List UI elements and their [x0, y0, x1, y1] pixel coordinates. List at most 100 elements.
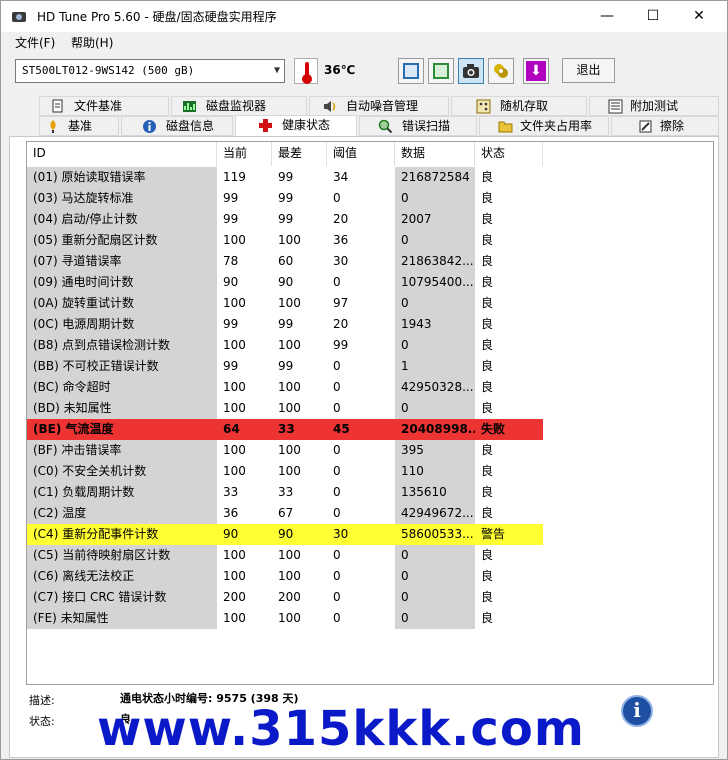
table-row[interactable]: (C2) 温度 36 67 0 42949672... 良 [27, 503, 543, 524]
table-row[interactable]: (05) 重新分配扇区计数 100 100 36 0 良 [27, 230, 543, 251]
current-value-cell: 78 [223, 254, 239, 268]
tab-label: 随机存取 [500, 99, 549, 113]
extra-tests-icon [608, 99, 623, 114]
table-row[interactable]: (C1) 负载周期计数 33 33 0 135610 良 [27, 482, 543, 503]
table-row[interactable]: (BE) 气流温度 64 33 45 20408998... 失败 [27, 419, 543, 440]
table-row[interactable]: (07) 寻道错误率 78 60 30 21863842... 良 [27, 251, 543, 272]
drive-select-value: ST500LT012-9WS142 (500 gB) [22, 64, 195, 77]
menu-bar: 文件(F) 帮助(H) [1, 32, 727, 52]
col-header-current[interactable]: 当前 [217, 142, 272, 166]
close-button[interactable]: ✕ [676, 1, 722, 32]
table-row[interactable]: (BB) 不可校正错误计数 99 99 0 1 良 [27, 356, 543, 377]
status-cell: 良 [481, 296, 494, 310]
copy-screen-button[interactable] [428, 58, 454, 84]
table-row[interactable]: (BC) 命令超时 100 100 0 42950328... 良 [27, 377, 543, 398]
table-row[interactable]: (09) 通电时间计数 90 90 0 10795400... 良 [27, 272, 543, 293]
table-row[interactable]: (B8) 点到点错误检测计数 100 100 99 0 良 [27, 335, 543, 356]
table-row[interactable]: (C4) 重新分配事件计数 90 90 30 58600533... 警告 [27, 524, 543, 545]
status-cell: 良 [481, 401, 494, 415]
threshold-value-cell: 0 [333, 506, 341, 520]
tab-row-bottom: 基准 磁盘信息 健康状态 错误扫描 文件夹占用率 擦除 [9, 115, 719, 137]
screenshot-button[interactable] [458, 58, 484, 84]
status-cell: 良 [481, 254, 494, 268]
col-header-threshold[interactable]: 阈值 [327, 142, 395, 166]
threshold-value-cell: 0 [333, 191, 341, 205]
threshold-value-cell: 0 [333, 401, 341, 415]
tab-label: 自动噪音管理 [346, 99, 419, 113]
current-value-cell: 99 [223, 191, 239, 205]
table-row[interactable]: (0C) 电源周期计数 99 99 20 1943 良 [27, 314, 543, 335]
magnifier-icon [378, 119, 393, 134]
status-cell: 良 [481, 317, 494, 331]
raw-data-cell: 2007 [395, 209, 475, 230]
status-cell: 良 [481, 569, 494, 583]
table-row[interactable]: (C0) 不安全关机计数 100 100 0 110 良 [27, 461, 543, 482]
status-cell: 良 [481, 212, 494, 226]
current-value-cell: 99 [223, 212, 239, 226]
menu-file[interactable]: 文件(F) [15, 34, 55, 51]
col-header-status[interactable]: 状态 [475, 142, 543, 166]
current-value-cell: 99 [223, 359, 239, 373]
tab-noise-management[interactable]: 自动噪音管理 [309, 96, 449, 116]
tab-extra-tests[interactable]: 附加测试 [589, 96, 719, 116]
menu-help[interactable]: 帮助(H) [71, 34, 113, 51]
maximize-button[interactable]: ☐ [630, 1, 676, 32]
table-row[interactable]: (0A) 旋转重试计数 100 100 97 0 良 [27, 293, 543, 314]
table-row[interactable]: (FE) 未知属性 100 100 0 0 良 [27, 608, 543, 629]
title-bar: HD Tune Pro 5.60 - 硬盘/固态硬盘实用程序 — ☐ ✕ [1, 1, 727, 32]
table-row[interactable]: (BF) 冲击错误率 100 100 0 395 良 [27, 440, 543, 461]
status-cell: 良 [481, 443, 494, 457]
tab-disk-info[interactable]: 磁盘信息 [121, 116, 233, 136]
tab-label: 文件夹占用率 [520, 119, 593, 133]
raw-data-cell: 42949672... [395, 503, 475, 524]
worst-value-cell: 100 [278, 548, 301, 562]
attr-name-cell: (C2) 温度 [27, 503, 217, 524]
threshold-value-cell: 0 [333, 569, 341, 583]
minimize-button[interactable]: — [584, 1, 630, 32]
tab-erase[interactable]: 擦除 [611, 116, 719, 136]
options-button[interactable] [488, 58, 514, 84]
benchmark-icon [50, 120, 56, 133]
attr-name-cell: (C7) 接口 CRC 错误计数 [27, 587, 217, 608]
current-value-cell: 100 [223, 611, 246, 625]
raw-data-cell: 1 [395, 356, 475, 377]
raw-data-cell: 0 [395, 335, 475, 356]
tab-random-access[interactable]: 随机存取 [451, 96, 587, 116]
table-row[interactable]: (C6) 离线无法校正 100 100 0 0 良 [27, 566, 543, 587]
table-row[interactable]: (03) 马达旋转标准 99 99 0 0 良 [27, 188, 543, 209]
table-row[interactable]: (C5) 当前待映射扇区计数 100 100 0 0 良 [27, 545, 543, 566]
smart-table[interactable]: ID 当前 最差 阈值 数据 状态 (01) 原始读取错误率 119 99 34 216… [26, 141, 714, 685]
col-header-id[interactable]: ID [27, 142, 217, 166]
tab-disk-monitor[interactable]: 磁盘监视器 [171, 96, 307, 116]
tab-label: 磁盘监视器 [206, 99, 267, 113]
table-row[interactable]: (C7) 接口 CRC 错误计数 200 200 0 0 良 [27, 587, 543, 608]
table-row[interactable]: (04) 启动/停止计数 99 99 20 2007 良 [27, 209, 543, 230]
attr-name-cell: (0A) 旋转重试计数 [27, 293, 217, 314]
raw-data-cell: 1943 [395, 314, 475, 335]
speaker-icon [324, 101, 336, 112]
col-header-worst[interactable]: 最差 [272, 142, 327, 166]
health-panel: ID 当前 最差 阈值 数据 状态 (01) 原始读取错误率 119 99 34 216… [9, 136, 719, 758]
thermometer-icon [294, 58, 318, 84]
col-header-data[interactable]: 数据 [395, 142, 475, 166]
tab-file-benchmark[interactable]: 文件基准 [39, 96, 169, 116]
raw-data-cell: 42950328... [395, 377, 475, 398]
current-value-cell: 64 [217, 419, 272, 440]
worst-value-cell: 100 [278, 380, 301, 394]
raw-data-cell: 216872584 [395, 167, 475, 188]
table-row[interactable]: (01) 原始读取错误率 119 99 34 216872584 良 [27, 167, 543, 188]
tab-folder-usage[interactable]: 文件夹占用率 [479, 116, 609, 136]
worst-value-cell: 100 [278, 611, 301, 625]
exit-button[interactable]: 退出 [562, 58, 615, 83]
copy-screen-icon [433, 63, 449, 79]
table-row[interactable]: (BD) 未知属性 100 100 0 0 良 [27, 398, 543, 419]
tab-health[interactable]: 健康状态 [235, 115, 357, 137]
tab-benchmark[interactable]: 基准 [39, 116, 119, 136]
info-button[interactable]: i [621, 695, 653, 727]
save-button[interactable]: ⬇ [523, 58, 549, 84]
tab-error-scan[interactable]: 错误扫描 [359, 116, 477, 136]
copy-text-button[interactable] [398, 58, 424, 84]
worst-value-cell: 200 [278, 590, 301, 604]
status-cell: 良 [481, 485, 494, 499]
drive-select[interactable]: ST500LT012-9WS142 (500 gB) ▼ [15, 59, 285, 83]
